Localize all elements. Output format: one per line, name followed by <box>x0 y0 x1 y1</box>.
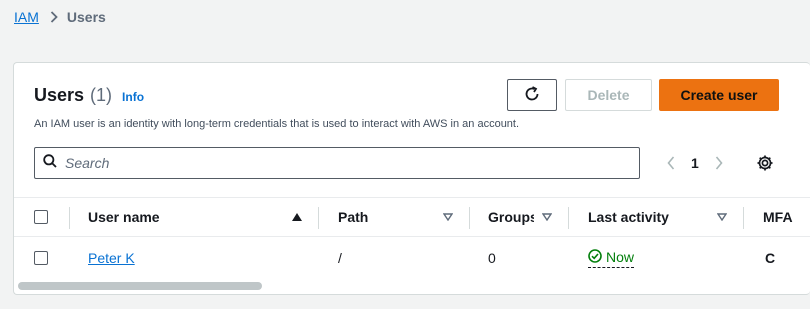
panel-description: An IAM user is an identity with long-ter… <box>34 118 520 130</box>
table-header: User name Path Groups Last activity MFA <box>14 197 810 237</box>
pagination: 1 <box>664 153 726 173</box>
chevron-right-icon[interactable] <box>712 156 726 170</box>
last-activity-cell: Now <box>588 237 635 279</box>
select-all-checkbox[interactable] <box>34 210 48 224</box>
chevron-left-icon[interactable] <box>664 156 678 170</box>
users-panel: Users (1) Info An IAM user is an identit… <box>13 62 810 295</box>
column-divider <box>469 207 470 229</box>
search-icon <box>43 153 57 173</box>
search-box <box>34 147 640 179</box>
status-badge: Now <box>588 248 635 268</box>
search-input[interactable] <box>65 155 605 171</box>
sort-icon[interactable] <box>443 198 453 236</box>
page-title: Users <box>34 85 85 105</box>
user-name-link[interactable]: Peter K <box>88 250 135 266</box>
chevron-right-icon <box>50 11 58 23</box>
last-activity-value: Now <box>606 249 635 265</box>
select-all-cell <box>34 198 48 236</box>
user-count: (1) <box>90 85 113 105</box>
column-header-mfa[interactable]: MFA <box>763 198 793 236</box>
column-header-groups[interactable]: Groups <box>488 198 534 236</box>
column-header-user-name[interactable]: User name <box>88 198 160 236</box>
breadcrumb-iam-link[interactable]: IAM <box>14 9 39 25</box>
check-circle-icon <box>588 248 602 266</box>
info-link[interactable]: Info <box>122 90 144 104</box>
column-divider <box>69 207 70 229</box>
row-checkbox[interactable] <box>34 251 48 265</box>
mfa-cell: C <box>765 250 776 266</box>
create-user-button[interactable]: Create user <box>659 79 779 111</box>
user-name-cell: Peter K <box>88 237 135 279</box>
column-divider <box>743 207 744 229</box>
breadcrumb: IAM Users <box>14 8 106 26</box>
refresh-icon <box>523 85 541 106</box>
horizontal-scrollbar[interactable] <box>18 282 262 290</box>
sort-ascending-icon[interactable] <box>292 198 302 236</box>
column-divider <box>318 207 319 229</box>
table-row: Peter K / 0 Now C <box>14 237 810 279</box>
column-header-last-activity[interactable]: Last activity <box>588 198 669 236</box>
column-header-path[interactable]: Path <box>338 198 368 236</box>
panel-header: Users (1) Info <box>34 85 144 106</box>
column-divider <box>568 207 569 229</box>
breadcrumb-current: Users <box>66 9 106 25</box>
sort-icon[interactable] <box>542 198 552 236</box>
gear-icon[interactable] <box>756 154 774 177</box>
delete-button[interactable]: Delete <box>565 79 652 111</box>
row-select-cell <box>34 237 48 279</box>
groups-cell: 0 <box>488 250 496 266</box>
page-number[interactable]: 1 <box>691 155 699 171</box>
sort-icon[interactable] <box>717 198 727 236</box>
refresh-button[interactable] <box>507 79 557 111</box>
path-cell: / <box>338 250 342 266</box>
